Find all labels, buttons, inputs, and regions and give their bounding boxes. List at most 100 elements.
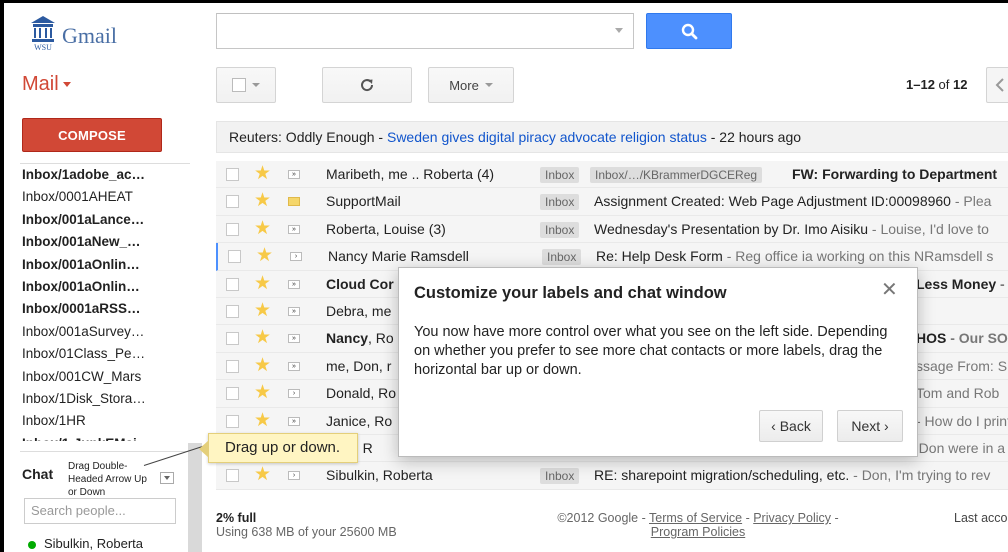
mail-menu[interactable]: Mail <box>22 73 71 96</box>
back-button[interactable]: ‹ Back <box>759 410 823 442</box>
sender-name: me, Don, r <box>326 357 392 374</box>
gmail-logo[interactable]: WSU Gmail <box>24 15 134 55</box>
sidebar-label-item[interactable]: Inbox/001aLance… <box>20 209 190 231</box>
row-checkbox[interactable] <box>228 250 241 264</box>
sidebar-label-item[interactable]: Inbox/1adobe_ac… <box>20 164 190 186</box>
importance-marker-icon[interactable]: » <box>288 361 300 371</box>
copyright: ©2012 Google - Terms of Service - Privac… <box>548 511 848 539</box>
row-checkbox[interactable] <box>226 277 239 291</box>
snippet: Tom and Rob <box>916 385 1000 402</box>
row-checkbox[interactable] <box>226 168 239 181</box>
sidebar-label-item[interactable]: Inbox/001aOnlin… <box>20 276 190 298</box>
sidebar-label-item[interactable]: Inbox/1-JunkEMai <box>20 433 190 441</box>
search-options-chevron-icon[interactable] <box>615 28 623 33</box>
next-button[interactable]: Next › <box>837 410 903 442</box>
message-row[interactable]: ★ » Roberta, Louise (3) Inbox Wednesday's Pr… <box>216 215 1008 244</box>
compose-button[interactable]: COMPOSE <box>22 118 162 152</box>
web-clip-age: - 22 hours ago <box>706 129 802 145</box>
search-button[interactable] <box>646 13 732 49</box>
sender-name: Debra, me <box>326 302 392 319</box>
subject-text: Re: Help Desk Form <box>596 248 723 265</box>
sender-name: Sibulkin, Roberta <box>326 467 433 484</box>
importance-marker-icon[interactable]: › <box>288 389 300 399</box>
web-clip-source: Reuters: Oddly Enough - <box>229 129 387 145</box>
sender-name: , Ro <box>368 330 394 347</box>
star-icon[interactable]: ★ <box>256 243 273 269</box>
row-checkbox[interactable] <box>226 304 239 318</box>
sender-name: Roberta, Louise (3) <box>326 220 446 237</box>
star-icon[interactable]: ★ <box>254 216 271 242</box>
web-clip-headline-link[interactable]: Sweden gives digital piracy advocate rel… <box>387 129 707 145</box>
sender: SupportMail <box>326 188 536 214</box>
next-button-label: Next › <box>851 418 889 434</box>
message-row[interactable]: ★ › Sibulkin, Roberta Inbox RE: sharepoint m… <box>216 462 1008 490</box>
row-checkbox[interactable] <box>226 222 239 236</box>
sidebar-label-item[interactable]: Inbox/01Class_Pe… <box>20 343 190 365</box>
sidebar-label-item[interactable]: Inbox/0001aRSS… <box>20 298 190 320</box>
message-row[interactable]: ★ SupportMail Inbox Assignment Created: Web… <box>216 188 1008 216</box>
importance-marker-icon[interactable] <box>288 197 300 207</box>
sidebar-label-item[interactable]: Inbox/1HR <box>20 410 190 432</box>
chat-drag-tip: Drag Double-Headed Arrow Up or Down <box>68 461 147 498</box>
row-checkbox[interactable] <box>226 469 239 483</box>
row-checkbox[interactable] <box>226 359 239 373</box>
label-chip[interactable]: Inbox <box>540 167 580 183</box>
sidebar-label-item[interactable]: Inbox/001aOnlin… <box>20 254 190 276</box>
search-input[interactable] <box>216 13 634 49</box>
more-button[interactable]: More <box>428 67 514 103</box>
star-icon[interactable]: ★ <box>254 188 271 214</box>
star-icon[interactable]: ★ <box>254 161 271 187</box>
sidebar-scrollbar[interactable] <box>188 443 202 552</box>
newer-button[interactable] <box>986 67 1008 103</box>
program-policies-link[interactable]: Program Policies <box>651 525 745 539</box>
subject: Assignment Created: Web Page Adjustment … <box>594 188 991 214</box>
star-icon[interactable]: ★ <box>254 462 271 488</box>
subject: Wednesday's Presentation by Dr. Imo Aisi… <box>594 216 989 242</box>
tooltip-notch <box>199 440 209 458</box>
sidebar-label-item[interactable]: Inbox/0001AHEAT <box>20 186 190 208</box>
close-icon[interactable]: ✕ <box>881 280 898 300</box>
label-chip[interactable]: Inbox <box>540 468 580 485</box>
star-icon[interactable]: ★ <box>254 380 271 406</box>
search-people-input[interactable]: Search people... <box>24 498 176 524</box>
select-checkbox-button[interactable] <box>216 67 276 103</box>
terms-link[interactable]: Terms of Service <box>649 511 742 525</box>
refresh-button[interactable] <box>322 67 412 103</box>
star-icon[interactable]: ★ <box>254 353 271 379</box>
label-chip[interactable]: Inbox <box>540 221 580 238</box>
sidebar-label-item[interactable]: Inbox/001aSurvey… <box>20 321 190 343</box>
row-checkbox[interactable] <box>226 387 239 401</box>
importance-marker-icon[interactable]: › <box>290 252 302 262</box>
sender: Sibulkin, Roberta <box>326 462 536 488</box>
importance-marker-icon[interactable]: » <box>288 170 300 179</box>
chat-title: Chat <box>22 466 54 482</box>
star-icon[interactable]: ★ <box>254 408 271 434</box>
row-checkbox[interactable] <box>226 195 239 209</box>
importance-marker-icon[interactable]: › <box>288 471 300 481</box>
label-chip[interactable]: Inbox/…/KBrammerDGCEReg <box>590 167 763 183</box>
importance-marker-icon[interactable]: » <box>288 334 300 344</box>
row-checkbox[interactable] <box>226 414 239 428</box>
sender-unread: Cloud Cor <box>326 275 394 292</box>
snippet: - Louise, I'd love to <box>868 220 989 237</box>
message-row[interactable]: ★ » Maribeth, me .. Roberta (4) Inbox Inbox/… <box>216 161 1008 189</box>
importance-marker-icon[interactable]: » <box>288 279 300 289</box>
sidebar-label-item[interactable]: Inbox/1Disk_Stora… <box>20 388 190 410</box>
importance-marker-icon[interactable]: » <box>288 306 300 316</box>
star-icon[interactable]: ★ <box>254 298 271 324</box>
importance-marker-icon[interactable]: » <box>288 416 300 426</box>
subject-text: FW: Forwarding to Department <box>792 166 998 182</box>
label-chip[interactable]: Inbox <box>540 194 580 211</box>
star-icon[interactable]: ★ <box>254 271 271 297</box>
row-checkbox[interactable] <box>226 332 239 346</box>
chat-options-dropdown[interactable] <box>160 472 174 484</box>
star-icon[interactable]: ★ <box>254 325 271 351</box>
sidebar-label-item[interactable]: Inbox/001CW_Mars <box>20 366 190 388</box>
online-status-icon <box>28 540 36 549</box>
importance-marker-icon[interactable]: » <box>288 224 300 234</box>
subject-text: RE: sharepoint migration/scheduling, etc… <box>594 467 850 484</box>
privacy-link[interactable]: Privacy Policy <box>753 511 831 525</box>
sidebar-label-item[interactable]: Inbox/001aNew_… <box>20 231 190 253</box>
label-chip[interactable]: Inbox <box>542 249 582 266</box>
chat-contact[interactable]: Sibulkin, Roberta <box>28 536 143 551</box>
